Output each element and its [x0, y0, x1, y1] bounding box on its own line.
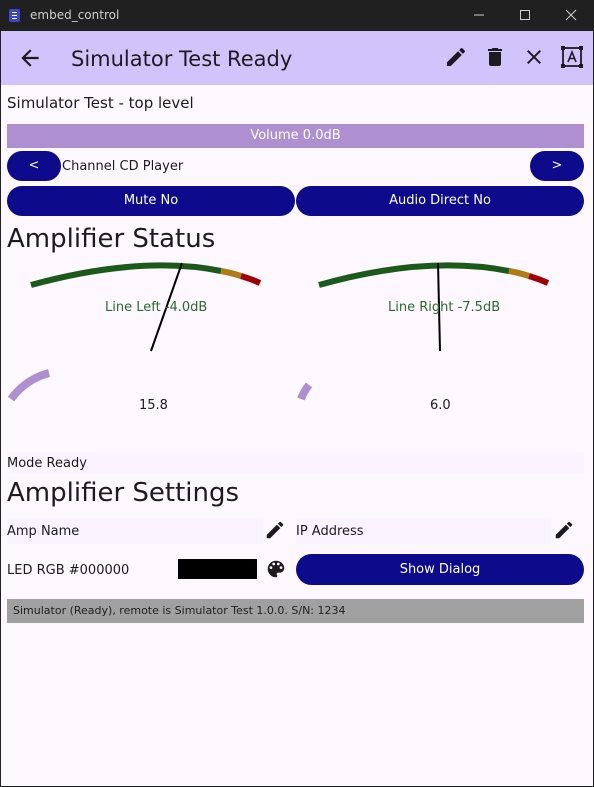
- right-meter-red-arc: [528, 273, 550, 286]
- left-meter-orange-arc: [220, 268, 242, 279]
- text-select-icon: [561, 46, 583, 68]
- main-content: Simulator Test Ready Simulator Test - to…: [1, 31, 593, 786]
- left-level-meter: [7, 262, 262, 402]
- pencil-icon: [555, 521, 573, 539]
- right-level-meter: [297, 262, 550, 401]
- volume-bar[interactable]: Volume 0.0dB: [7, 124, 584, 148]
- right-meter-value: 6.0: [430, 398, 451, 413]
- pencil-icon: [447, 47, 466, 66]
- back-button[interactable]: [17, 45, 43, 71]
- device-subtitle: Simulator Test - top level: [7, 94, 194, 112]
- pencil-icon: [266, 521, 284, 539]
- left-meter-red-arc: [240, 273, 262, 286]
- window-titlebar[interactable]: embed_control: [0, 0, 594, 31]
- minimize-button[interactable]: [456, 0, 502, 31]
- mode-label: Mode Ready: [7, 456, 87, 471]
- right-meter-green-arc: [318, 262, 510, 288]
- mode-row: [7, 452, 584, 474]
- led-rgb-label: LED RGB #000000: [7, 563, 130, 578]
- edit-button[interactable]: [444, 45, 470, 71]
- right-meter-orange-arc: [508, 268, 530, 279]
- window-close-icon: [565, 9, 577, 21]
- palette-icon: [267, 560, 285, 578]
- trash-icon: [488, 48, 502, 66]
- left-meter-peak-arc: [7, 369, 51, 402]
- arrow-back-icon: [21, 49, 39, 67]
- channel-next-button[interactable]: >: [530, 151, 584, 181]
- window-title: embed_control: [30, 8, 120, 22]
- app-icon: [9, 9, 20, 22]
- close-icon: [527, 50, 541, 64]
- right-meter-label: Line Right -7.5dB: [388, 300, 501, 315]
- amplifier-settings-heading: Amplifier Settings: [7, 478, 240, 508]
- amplifier-status-heading: Amplifier Status: [7, 224, 216, 254]
- color-picker-button[interactable]: [265, 558, 289, 582]
- amp-name-label: Amp Name: [7, 524, 80, 539]
- left-meter-green-arc: [30, 262, 222, 288]
- channel-label: Channel CD Player: [62, 159, 184, 174]
- window-close-button[interactable]: [548, 0, 594, 31]
- minimize-icon: [474, 14, 484, 16]
- maximize-icon: [520, 10, 530, 20]
- app-window: embed_control Simulator Test Ready Simul…: [0, 0, 594, 787]
- audio-direct-button[interactable]: Audio Direct No: [296, 186, 584, 216]
- show-dialog-button[interactable]: Show Dialog: [296, 554, 584, 585]
- led-color-swatch: [178, 559, 257, 579]
- mute-button[interactable]: Mute No: [7, 186, 295, 216]
- edit-ip-address-button[interactable]: [553, 519, 577, 543]
- right-meter-peak-arc: [297, 382, 313, 401]
- left-meter-label: Line Left -4.0dB: [105, 300, 208, 315]
- delete-button[interactable]: [483, 45, 509, 71]
- status-bar: Simulator (Ready), remote is Simulator T…: [7, 599, 584, 623]
- maximize-button[interactable]: [502, 0, 548, 31]
- text-select-button[interactable]: [560, 45, 586, 71]
- ip-address-label: IP Address: [296, 524, 364, 539]
- close-button[interactable]: [522, 45, 548, 71]
- left-meter-value: 15.8: [139, 398, 168, 413]
- page-title: Simulator Test Ready: [71, 47, 293, 71]
- edit-amp-name-button[interactable]: [264, 519, 288, 543]
- channel-prev-button[interactable]: <: [7, 151, 61, 181]
- app-bar: Simulator Test Ready: [1, 31, 593, 85]
